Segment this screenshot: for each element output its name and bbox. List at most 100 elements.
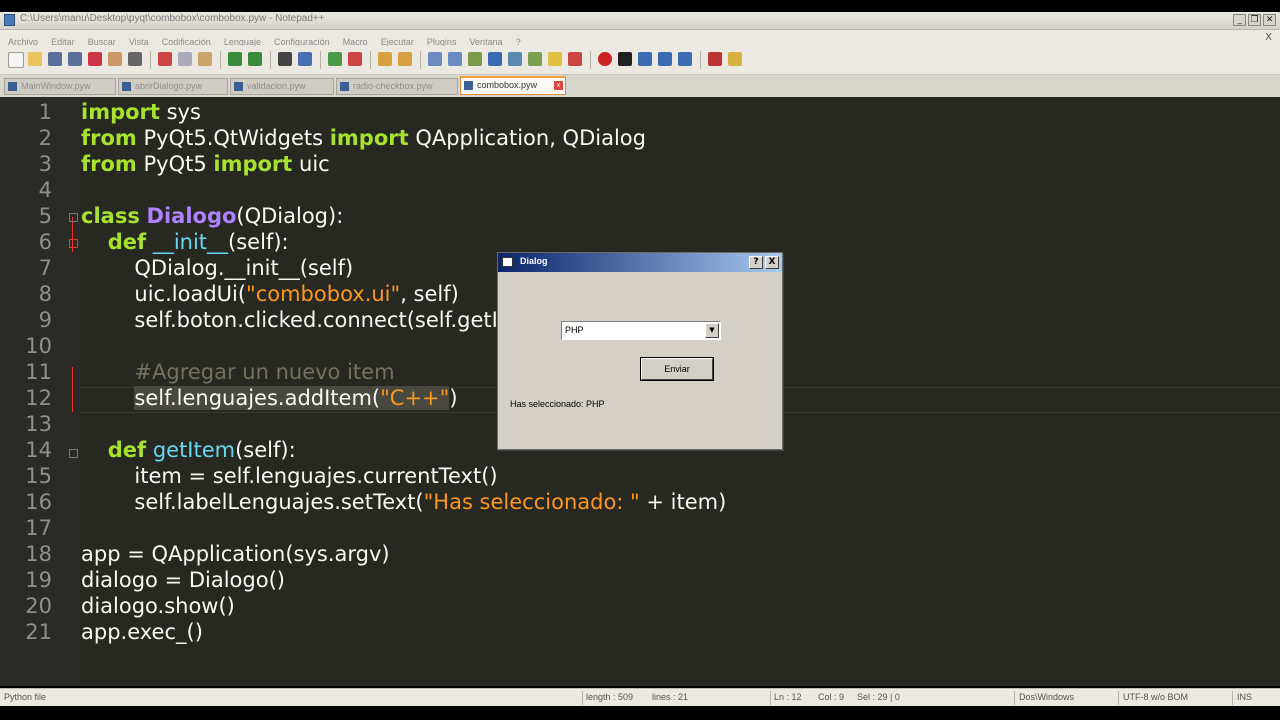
zoom-out-icon[interactable] [348,52,362,66]
redo-icon[interactable] [248,52,262,66]
code-line: import sys [81,100,201,124]
close-all-icon[interactable] [108,52,122,66]
code-line: app.exec_() [81,620,203,644]
dialog-title-bar[interactable]: Dialog ? X [498,253,782,272]
fold-toggle-icon[interactable] [69,239,78,248]
keyword: import [329,126,409,150]
replace-icon[interactable] [298,52,312,66]
play-macro-icon[interactable] [638,52,652,66]
tab-bar: MainWindow.pyw abrirDialogo.pyw validaci… [0,75,1280,98]
toolbar-separator [370,51,371,69]
status-bar: Python file length : 509 lines : 21 Ln :… [0,688,1280,707]
tab-radio-checkbox[interactable]: radio-checkbox.pyw [336,78,458,95]
line-number: 10 [25,334,52,358]
toolbar [0,46,1280,75]
status-ln: Ln : 12 [774,692,802,702]
code-text: ) [449,386,458,410]
code-text: uic.loadUi( [81,282,247,306]
fold-margin [68,97,80,686]
help-button[interactable]: ? [749,256,763,269]
keyword: from [81,152,137,176]
tab-validacion[interactable]: validacion.pyw [230,78,334,95]
tab-combobox[interactable]: combobox.pyw x [460,76,566,95]
word-wrap-icon[interactable] [428,52,442,66]
save-all-icon[interactable] [68,52,82,66]
print-icon[interactable] [128,52,142,66]
cut-icon[interactable] [158,52,172,66]
line-number: 17 [25,516,52,540]
line-number: 21 [25,620,52,644]
save-macro-icon[interactable] [678,52,692,66]
code-line: item = self.lenguajes.currentText() [81,464,498,488]
spell-check-icon[interactable] [708,52,722,66]
show-all-chars-icon[interactable] [448,52,462,66]
selection-label: Has seleccionado: PHP [510,399,605,409]
close-button[interactable]: ✕ [1263,14,1276,26]
stop-macro-icon[interactable] [618,52,632,66]
status-separator [770,691,771,705]
toolbar-separator [270,51,271,69]
tab-close-icon[interactable]: x [554,81,563,90]
file-icon [340,82,349,91]
enviar-button[interactable]: Enviar [641,358,713,380]
notepadpp-icon [4,14,15,26]
menu-bar: Archivo Editar Buscar Vista Codificación… [0,30,1280,47]
plugin-icon[interactable] [728,52,742,66]
code-line: #Agregar un nuevo item [81,360,394,384]
window-title: C:\Users\manu\Desktop\pyqt\combobox\comb… [20,13,325,24]
function-list-icon[interactable] [528,52,542,66]
tab-label: validacion.pyw [247,81,306,91]
copy-icon[interactable] [178,52,192,66]
close-file-icon[interactable] [88,52,102,66]
status-col: Col : 9 [818,692,845,702]
code-line: def __init__(self): [81,230,289,254]
fold-toggle-icon[interactable] [69,213,78,222]
tab-abrirdialogo[interactable]: abrirDialogo.pyw [118,78,228,95]
minimize-button[interactable]: _ [1233,14,1246,26]
fold-toggle-icon[interactable] [69,449,78,458]
record-macro-icon[interactable] [598,52,612,66]
line-number: 14 [25,438,52,462]
lang-icon[interactable] [488,52,502,66]
paste-icon[interactable] [198,52,212,66]
function-name: getItem [152,438,236,462]
code-text: self.labelLenguajes.setText( [81,490,424,514]
file-icon [8,82,17,91]
line-number: 15 [25,464,52,488]
status-separator [1014,691,1015,705]
dialog-close-button[interactable]: X [765,256,779,269]
play-multiple-icon[interactable] [658,52,672,66]
file-icon [234,82,243,91]
save-icon[interactable] [48,52,62,66]
code-text: QApplication, QDialog [408,126,646,150]
screen-top-border [0,0,1280,12]
code-line: self.lenguajes.addItem("C++") [81,386,458,410]
undo-icon[interactable] [228,52,242,66]
doc-map-icon[interactable] [508,52,522,66]
zoom-in-icon[interactable] [328,52,342,66]
monitor-icon[interactable] [568,52,582,66]
function-name: __init__ [152,230,229,254]
sync-h-icon[interactable] [398,52,412,66]
tab-mainwindow[interactable]: MainWindow.pyw [4,78,116,95]
file-icon [464,81,473,90]
new-file-icon[interactable] [8,52,24,68]
tab-label: radio-checkbox.pyw [353,81,433,91]
status-lines: lines : 21 [652,692,689,702]
close-document-icon[interactable]: X [1265,32,1272,43]
lenguajes-combobox[interactable]: PHP ▼ [561,321,721,340]
maximize-button[interactable]: ❐ [1248,14,1261,26]
string-literal: "Has seleccionado: " [423,490,640,514]
line-number: 1 [38,100,52,124]
selected-text: self.lenguajes.addItem("C++" [134,386,450,410]
qt-dialog-window[interactable]: Dialog ? X PHP ▼ Enviar Has seleccionado… [497,252,783,450]
folder-workspace-icon[interactable] [548,52,562,66]
open-folder-icon[interactable] [28,52,42,66]
code-line: self.labelLenguajes.setText("Has selecci… [81,490,726,514]
sync-v-icon[interactable] [378,52,392,66]
toolbar-separator [150,51,151,69]
indent-guide-icon[interactable] [468,52,482,66]
chevron-down-icon[interactable]: ▼ [705,323,719,338]
find-icon[interactable] [278,52,292,66]
